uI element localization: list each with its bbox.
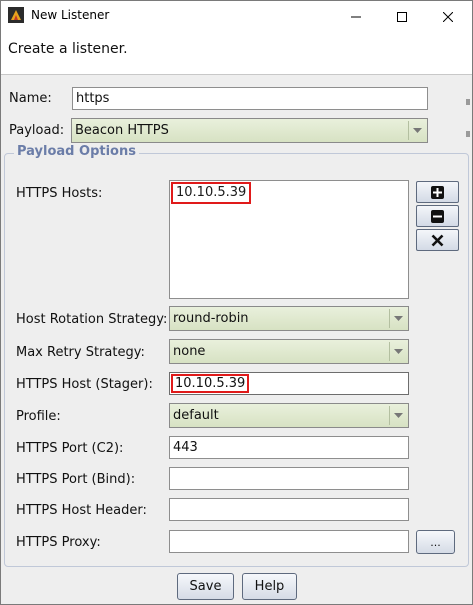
profile-select[interactable]: default <box>169 403 409 428</box>
name-label: Name: <box>9 91 52 106</box>
remove-host-button[interactable] <box>416 205 459 227</box>
port-c2-field[interactable]: 443 <box>169 436 409 459</box>
https-hosts-label: HTTPS Hosts: <box>16 186 103 201</box>
plus-icon <box>431 185 444 199</box>
port-c2-label: HTTPS Port (C2): <box>16 441 124 456</box>
proxy-settings-button[interactable]: ... <box>416 530 455 554</box>
list-item[interactable]: 10.10.5.39 <box>171 182 252 204</box>
host-header-label: HTTPS Host Header: <box>16 503 147 518</box>
proxy-field[interactable] <box>169 530 409 553</box>
profile-label: Profile: <box>16 409 61 424</box>
host-rotation-value: round-robin <box>173 311 249 326</box>
chevron-down-icon <box>389 406 406 425</box>
description-text: Create a listener. <box>8 41 128 57</box>
max-retry-value: none <box>173 344 206 359</box>
port-bind-field[interactable] <box>169 467 409 490</box>
port-bind-label: HTTPS Port (Bind): <box>16 472 136 487</box>
payload-select[interactable]: Beacon HTTPS <box>71 118 428 143</box>
app-icon <box>8 7 24 23</box>
stager-host-value: 10.10.5.39 <box>171 374 250 393</box>
payload-options-title: Payload Options <box>14 144 139 159</box>
payload-select-value: Beacon HTTPS <box>75 123 169 138</box>
maximize-icon <box>397 11 407 22</box>
resize-marker <box>466 99 470 105</box>
new-listener-window: New Listener Create a listener. Name: ht… <box>0 0 473 605</box>
host-header-field[interactable] <box>169 498 409 521</box>
clear-hosts-button[interactable] <box>416 229 459 251</box>
minus-icon <box>431 209 444 223</box>
maximize-button[interactable] <box>379 1 425 32</box>
host-rotation-label: Host Rotation Strategy: <box>16 312 168 327</box>
chevron-down-icon <box>408 121 425 140</box>
stager-host-label: HTTPS Host (Stager): <box>16 377 153 392</box>
window-title: New Listener <box>31 8 110 22</box>
add-host-button[interactable] <box>416 181 459 203</box>
description-banner: Create a listener. <box>1 32 472 75</box>
minimize-icon <box>351 16 361 17</box>
profile-value: default <box>173 408 219 423</box>
title-bar: New Listener <box>1 1 472 32</box>
max-retry-label: Max Retry Strategy: <box>16 345 145 360</box>
max-retry-select[interactable]: none <box>169 339 409 364</box>
chevron-down-icon <box>389 309 406 328</box>
host-rotation-select[interactable]: round-robin <box>169 306 409 331</box>
minimize-button[interactable] <box>333 1 379 32</box>
help-button[interactable]: Help <box>242 573 297 600</box>
chevron-down-icon <box>389 342 406 361</box>
resize-marker <box>466 131 470 137</box>
stager-host-field[interactable]: 10.10.5.39 <box>169 372 409 395</box>
proxy-label: HTTPS Proxy: <box>16 535 101 550</box>
x-icon <box>431 234 444 246</box>
payload-label: Payload: <box>9 123 65 138</box>
https-hosts-list[interactable]: 10.10.5.39 <box>169 180 409 299</box>
name-field[interactable]: https <box>72 87 428 110</box>
close-button[interactable] <box>425 1 471 32</box>
save-button[interactable]: Save <box>177 573 234 600</box>
close-icon <box>443 11 453 22</box>
